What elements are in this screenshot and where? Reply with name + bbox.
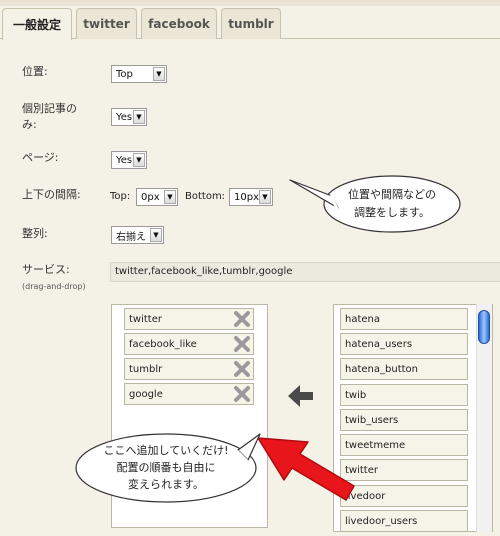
available-service-label: hatena_button xyxy=(345,363,418,375)
available-service-label: twib xyxy=(345,389,367,401)
bubble1-line1: 位置や間隔などの xyxy=(348,187,436,201)
services-label: サービス: xyxy=(22,263,70,276)
annotation-bubble: ここへ追加していくだけ! 配置の順番も自由に 変えられます。 xyxy=(72,430,262,506)
individual-label-line2: み: xyxy=(22,118,37,131)
services-sublabel: (drag-and-drop) xyxy=(22,282,86,291)
selected-service-label: twitter xyxy=(129,313,162,325)
position-select[interactable]: Top ▼ xyxy=(111,65,167,83)
x-icon[interactable] xyxy=(231,384,253,404)
selected-service-item[interactable]: twitter xyxy=(124,308,254,330)
available-service-item[interactable]: livedoor_users xyxy=(340,510,468,532)
page-select[interactable]: Yes ▼ xyxy=(111,151,147,169)
tab-general[interactable]: 一般設定 xyxy=(2,8,72,40)
available-service-item[interactable]: hatena_button xyxy=(340,358,468,380)
available-service-item[interactable]: twib xyxy=(340,384,468,406)
individual-label: 個別記事の み: xyxy=(22,101,77,133)
individual-value: Yes xyxy=(116,111,133,123)
x-icon[interactable] xyxy=(231,334,253,354)
chevron-down-icon: ▼ xyxy=(153,67,165,81)
align-value: 右揃え xyxy=(116,231,146,243)
spacing-top-select[interactable]: 0px ▼ xyxy=(136,188,178,206)
chevron-down-icon: ▼ xyxy=(259,190,271,204)
scrollbar-thumb[interactable] xyxy=(478,310,490,344)
selected-service-label: facebook_like xyxy=(129,338,197,350)
chevron-down-icon: ▼ xyxy=(164,190,176,204)
x-icon[interactable] xyxy=(231,359,253,379)
position-value: Top xyxy=(116,68,133,80)
tab-bar: 一般設定 twitter facebook tumblr xyxy=(0,6,500,40)
bubble2-line2: 配置の順番も自由に xyxy=(117,460,216,474)
spacing-label: 上下の間隔: xyxy=(22,188,81,201)
annotation-bubble: 位置や間隔などの 調整をします。 xyxy=(286,172,464,236)
available-service-item[interactable]: hatena xyxy=(340,308,468,330)
x-icon[interactable] xyxy=(231,309,253,329)
available-service-label: hatena_users xyxy=(345,338,413,350)
red-arrow-icon xyxy=(250,428,362,504)
spacing-bottom-label: Bottom: xyxy=(185,191,226,202)
spacing-bottom-value: 10px xyxy=(234,191,259,203)
chevron-down-icon: ▼ xyxy=(150,228,162,242)
chevron-down-icon: ▼ xyxy=(133,153,145,167)
tab-facebook[interactable]: facebook xyxy=(141,8,217,39)
bubble2-line1: ここへ追加していくだけ! xyxy=(103,443,228,457)
bubble2-line3: 変えられます。 xyxy=(128,477,204,491)
chevron-down-icon: ▼ xyxy=(133,110,145,124)
left-arrow-icon xyxy=(286,383,316,409)
spacing-bottom-select[interactable]: 10px ▼ xyxy=(229,188,273,206)
spacing-top-label: Top: xyxy=(110,191,131,202)
spacing-top-value: 0px xyxy=(141,191,160,203)
services-input[interactable]: twitter,facebook_like,tumblr,google xyxy=(110,262,500,282)
selected-service-label: google xyxy=(129,388,163,400)
position-label: 位置: xyxy=(22,65,48,78)
page-label: ページ: xyxy=(22,151,59,164)
available-service-label: twib_users xyxy=(345,414,399,426)
page-value: Yes xyxy=(116,154,133,166)
individual-select[interactable]: Yes ▼ xyxy=(111,108,147,126)
selected-service-label: tumblr xyxy=(129,363,163,375)
selected-service-item[interactable]: tumblr xyxy=(124,358,254,380)
tab-twitter[interactable]: twitter xyxy=(76,8,137,39)
available-service-label: livedoor_users xyxy=(345,515,418,527)
individual-label-line1: 個別記事の xyxy=(22,102,77,115)
selected-service-item[interactable]: facebook_like xyxy=(124,333,254,355)
available-service-label: hatena xyxy=(345,313,381,325)
selected-service-item[interactable]: google xyxy=(124,383,254,405)
align-select[interactable]: 右揃え ▼ xyxy=(111,226,164,244)
bubble1-line2: 調整をします。 xyxy=(354,205,430,219)
align-label: 整列: xyxy=(22,227,48,240)
tab-tumblr[interactable]: tumblr xyxy=(221,8,281,39)
available-service-item[interactable]: hatena_users xyxy=(340,333,468,355)
